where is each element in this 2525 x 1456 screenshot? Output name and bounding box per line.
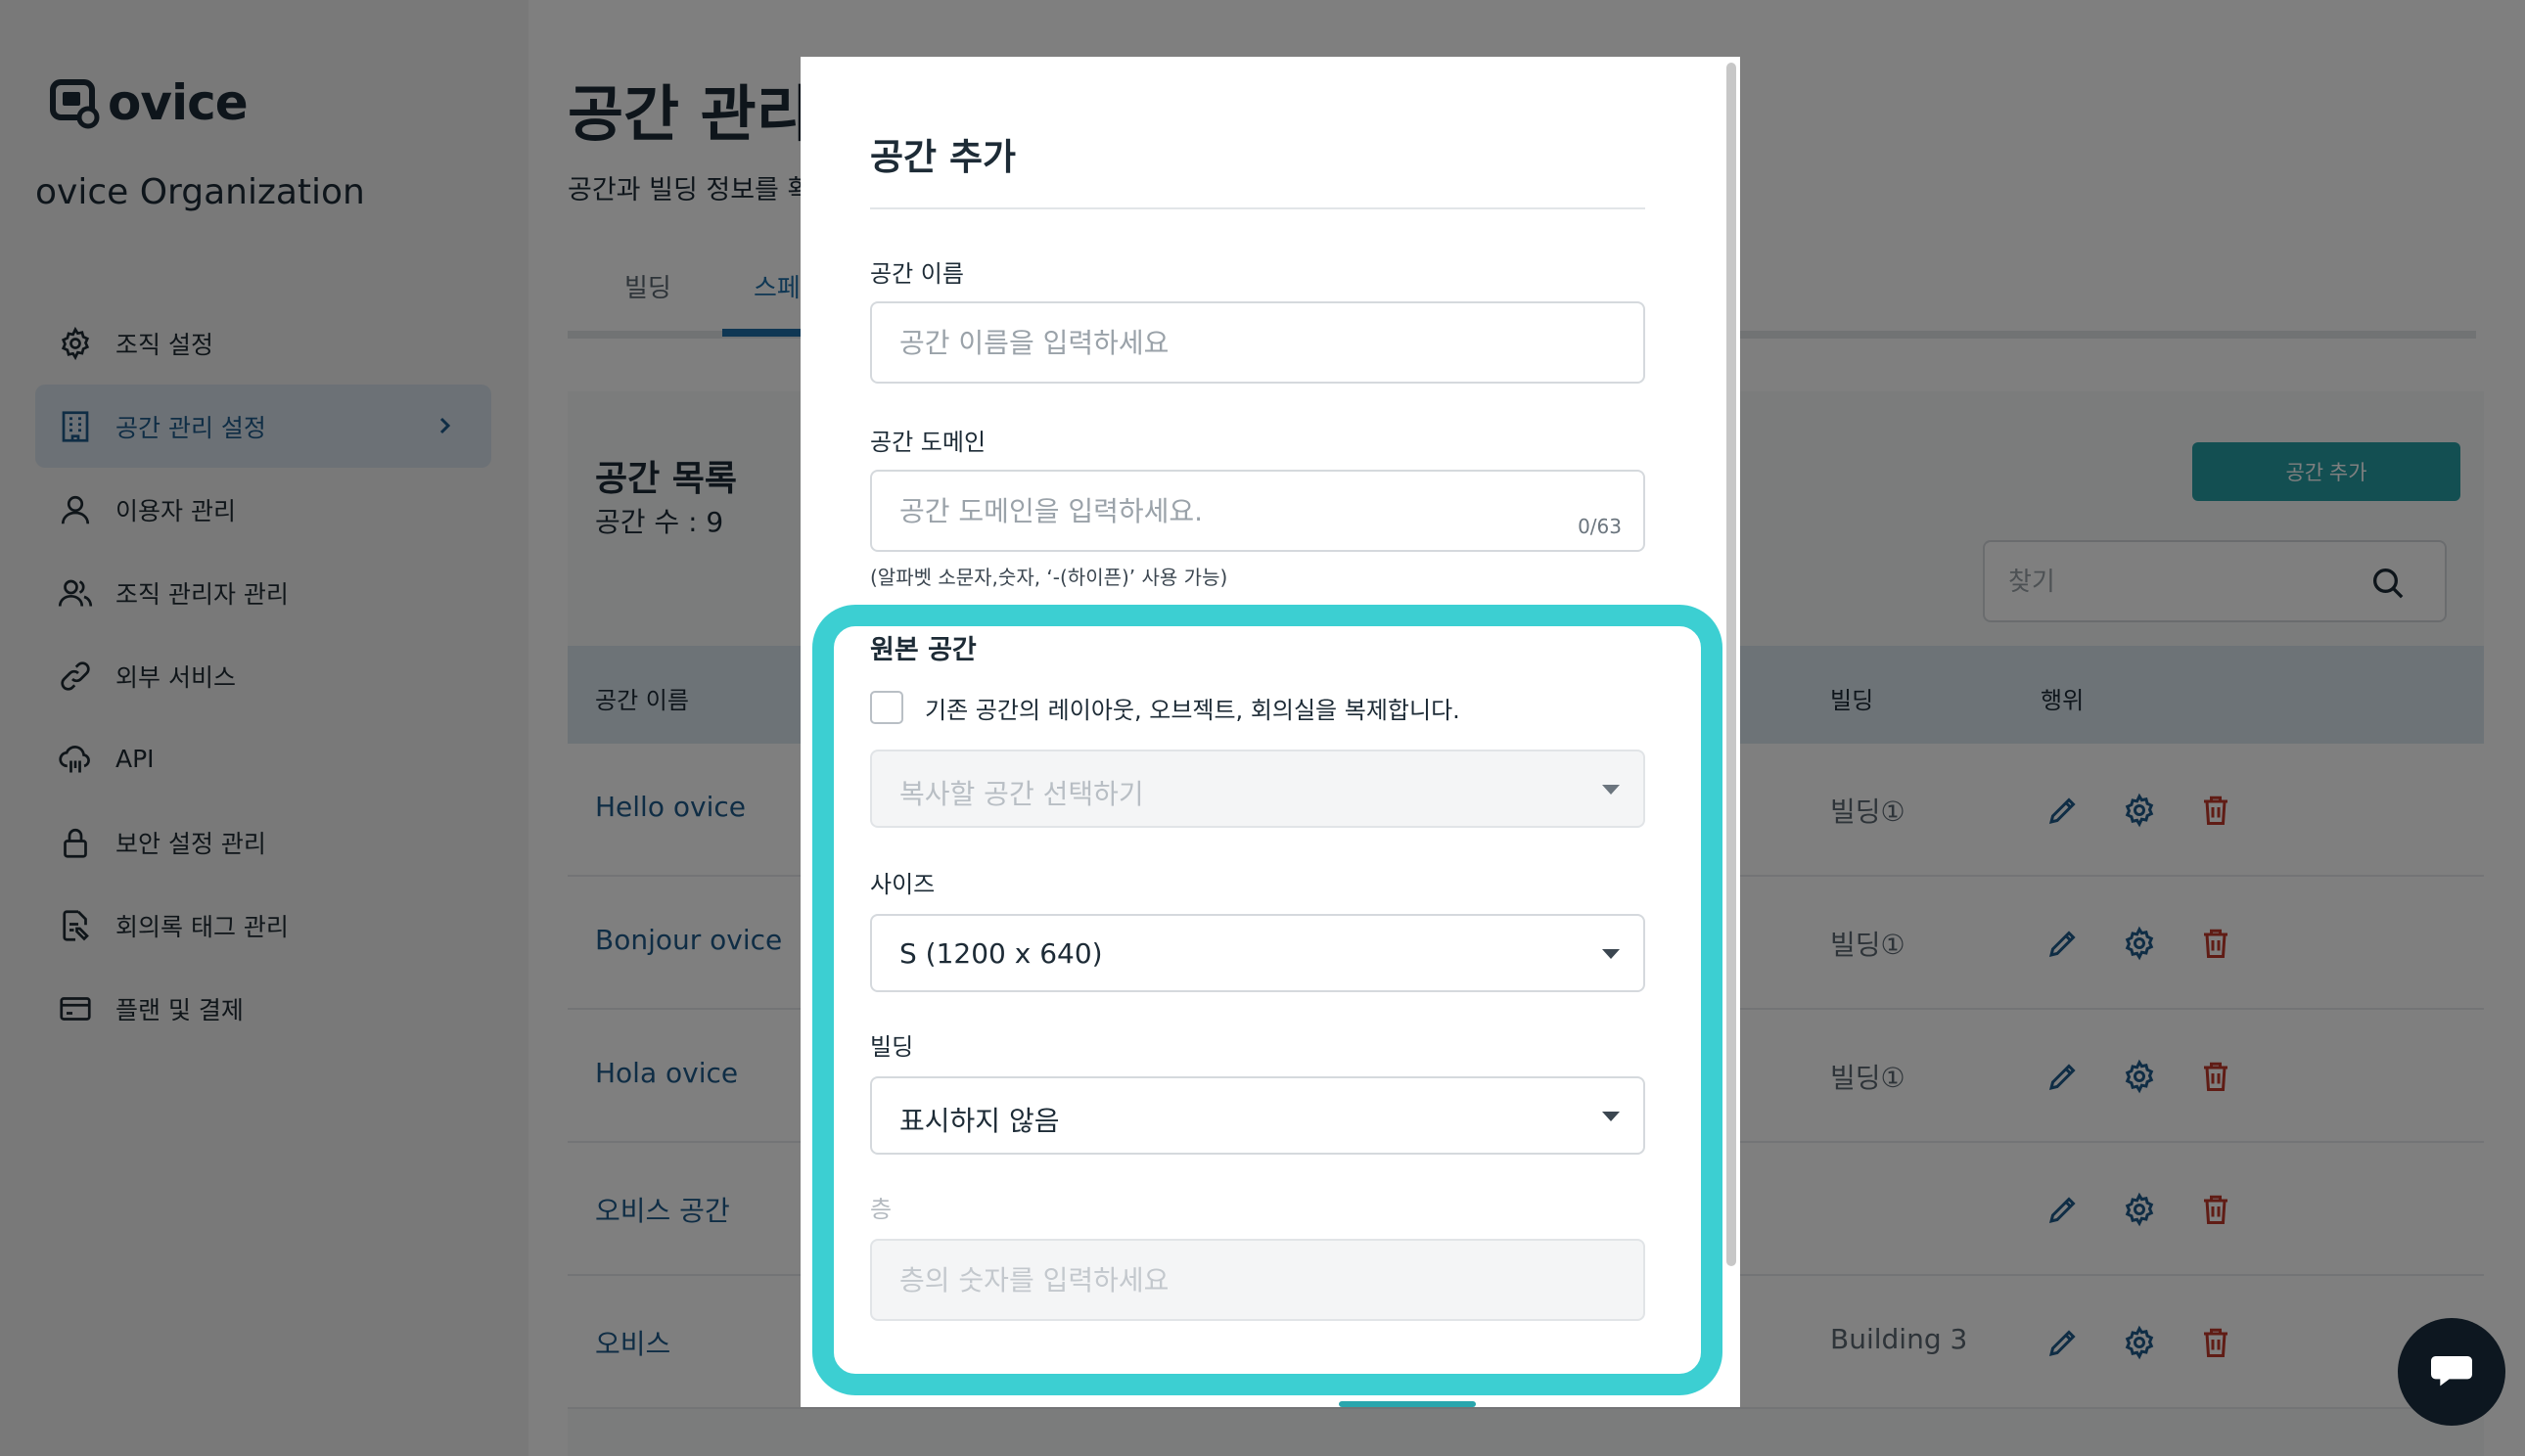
modal-divider [870, 207, 1645, 209]
modal-scrollbar[interactable] [1726, 63, 1736, 1266]
space-domain-label: 공간 도메인 [870, 429, 987, 456]
domain-helper-text: (알파벳 소문자,숫자, ‘-(하이픈)’ 사용 가능) [870, 566, 1228, 589]
highlight-frame [812, 605, 1722, 1395]
space-name-label: 공간 이름 [870, 260, 964, 288]
space-domain-field: 0/63 [870, 470, 1645, 552]
space-name-input[interactable] [899, 323, 1545, 362]
space-domain-input[interactable] [899, 491, 1545, 530]
modal-title: 공간 추가 [870, 136, 1017, 178]
domain-char-counter: 0/63 [1578, 515, 1622, 538]
chat-bubble-icon [2424, 1342, 2479, 1401]
space-name-field [870, 301, 1645, 384]
chat-support-button[interactable] [2398, 1318, 2505, 1426]
modal-footer-button-edge[interactable] [1339, 1401, 1476, 1407]
